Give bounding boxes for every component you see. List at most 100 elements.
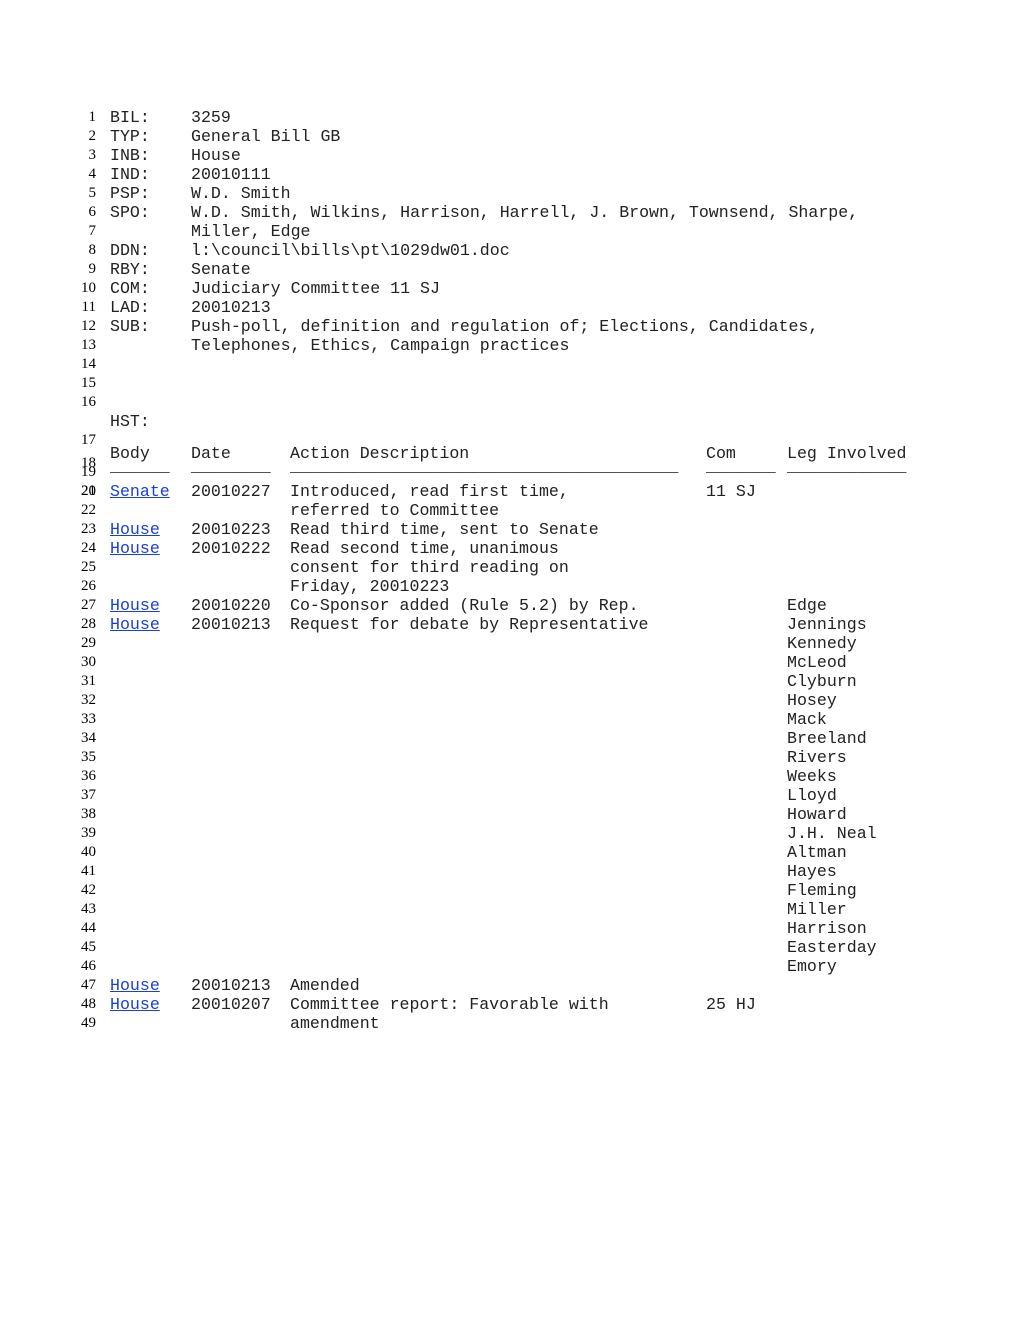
separator-com: _______ (706, 457, 776, 476)
hst-label: HST: (110, 412, 150, 431)
history-row: 24 House 20010222 Read second time, unanimo… (0, 539, 1020, 558)
header-field-row: 10 COM: Judiciary Committee 11 SJ (0, 279, 1020, 298)
line-number: 29 (81, 635, 96, 651)
legislator-involved: Hosey (787, 691, 837, 710)
line-number: 3 (88, 147, 97, 163)
history-row: 27 House 20010220 Co-Sponsor added (Rule 5.… (0, 596, 1020, 615)
field-key: IND: (110, 165, 150, 184)
line-number: 33 (81, 711, 96, 727)
body-link[interactable]: House (110, 596, 160, 615)
history-row: 32 Hosey (0, 691, 1020, 710)
action-date: 20010207 (191, 995, 271, 1014)
line-number: 23 (81, 521, 96, 537)
line-number: 38 (81, 806, 96, 822)
history-row: 37 Lloyd (0, 786, 1020, 805)
field-key: SPO: (110, 203, 150, 222)
action-description: Request for debate by Representative (290, 615, 649, 634)
history-row: 43 Miller (0, 900, 1020, 919)
blank-line: 18 (0, 431, 1020, 471)
body-link[interactable]: Senate (110, 482, 170, 501)
header-field-row: 11 LAD: 20010213 (0, 298, 1020, 317)
history-row: 31 Clyburn (0, 672, 1020, 691)
line-number: 25 (81, 559, 96, 575)
action-date: 20010223 (191, 520, 271, 539)
field-value: 20010213 (191, 298, 271, 317)
action-description: amendment (290, 1014, 380, 1033)
action-date: 20010213 (191, 615, 271, 634)
history-row: 46 Emory (0, 957, 1020, 976)
legislator-involved: Emory (787, 957, 837, 976)
header-field-row: 9 RBY: Senate (0, 260, 1020, 279)
history-row: 28 House 20010213 Request for debate by Rep… (0, 615, 1020, 634)
line-number: 40 (81, 844, 96, 860)
body-link[interactable]: House (110, 520, 160, 539)
field-key: TYP: (110, 127, 150, 146)
history-row: 26 Friday, 20010223 (0, 577, 1020, 596)
line-number: 34 (81, 730, 96, 746)
action-date: 20010227 (191, 482, 271, 501)
history-row: 40 Altman (0, 843, 1020, 862)
action-description: consent for third reading on (290, 558, 569, 577)
line-number: 22 (81, 502, 96, 518)
body-link[interactable]: House (110, 615, 160, 634)
legislator-involved: Jennings (787, 615, 867, 634)
legislator-involved: J.H. Neal (787, 824, 877, 843)
history-row: 35 Rivers (0, 748, 1020, 767)
history-row: 38 Howard (0, 805, 1020, 824)
line-number: 15 (81, 375, 96, 391)
field-key: BIL: (110, 108, 150, 127)
history-row: 33 Mack (0, 710, 1020, 729)
header-field-row: 4 IND: 20010111 (0, 165, 1020, 184)
body-link[interactable]: House (110, 976, 160, 995)
line-number: 1 (88, 109, 97, 125)
field-key: COM: (110, 279, 150, 298)
legislator-involved: Altman (787, 843, 847, 862)
committee: 25 HJ (706, 995, 756, 1014)
separator-leg: ____________ (787, 457, 907, 476)
separator-row: 20 ______ ________ _____________________… (0, 457, 1020, 499)
field-value: W.D. Smith, Wilkins, Harrison, Harrell, … (191, 203, 859, 222)
line-number: 16 (81, 394, 96, 410)
line-number: 10 (81, 280, 96, 296)
legislator-involved: Mack (787, 710, 827, 729)
field-key: INB: (110, 146, 150, 165)
field-value: House (191, 146, 241, 165)
bill-document: 1 BIL: 3259 2 TYP: General Bill GB 3 INB: House 4… (0, 108, 1020, 1033)
legislator-involved: Fleming (787, 881, 857, 900)
line-number: 46 (81, 958, 96, 974)
action-description: Friday, 20010223 (290, 577, 450, 596)
line-number: 4 (88, 166, 97, 182)
line-number: 48 (81, 996, 96, 1012)
field-value: l:\council\bills\pt\1029dw01.doc (191, 241, 510, 260)
history-row: 41 Hayes (0, 862, 1020, 881)
legislator-involved: Easterday (787, 938, 877, 957)
line-number: 47 (81, 977, 96, 993)
line-number: 44 (81, 920, 96, 936)
history-row: 45 Easterday (0, 938, 1020, 957)
history-row: 30 McLeod (0, 653, 1020, 672)
blank-line: 16 (0, 393, 1020, 412)
separator-date: ________ (191, 457, 271, 476)
legislator-involved: Lloyd (787, 786, 837, 805)
body-link[interactable]: House (110, 539, 160, 558)
line-number: 30 (81, 654, 96, 670)
history-row: 48 House 20010207 Committee report: Favorab… (0, 995, 1020, 1014)
history-row: 39 J.H. Neal (0, 824, 1020, 843)
line-number: 41 (81, 863, 96, 879)
body-link[interactable]: House (110, 995, 160, 1014)
history-row: 23 House 20010223 Read third time, sent to … (0, 520, 1020, 539)
history-row: 34 Breeland (0, 729, 1020, 748)
legislator-involved: McLeod (787, 653, 847, 672)
history-row: 21 Senate 20010227 Introduced, read first t… (0, 482, 1020, 501)
field-value: General Bill GB (191, 127, 341, 146)
header-field-row: 6 SPO: W.D. Smith, Wilkins, Harrison, Harr… (0, 203, 1020, 222)
line-number: 12 (81, 318, 96, 334)
blank-lines: 14 15 16 (0, 355, 1020, 412)
header-field-row: 5 PSP: W.D. Smith (0, 184, 1020, 203)
line-number: 39 (81, 825, 96, 841)
line-number: 5 (88, 185, 97, 201)
line-number: 27 (81, 597, 96, 613)
history-row: 29 Kennedy (0, 634, 1020, 653)
header-field-row: 1 BIL: 3259 (0, 108, 1020, 127)
action-description: Introduced, read first time, (290, 482, 569, 501)
